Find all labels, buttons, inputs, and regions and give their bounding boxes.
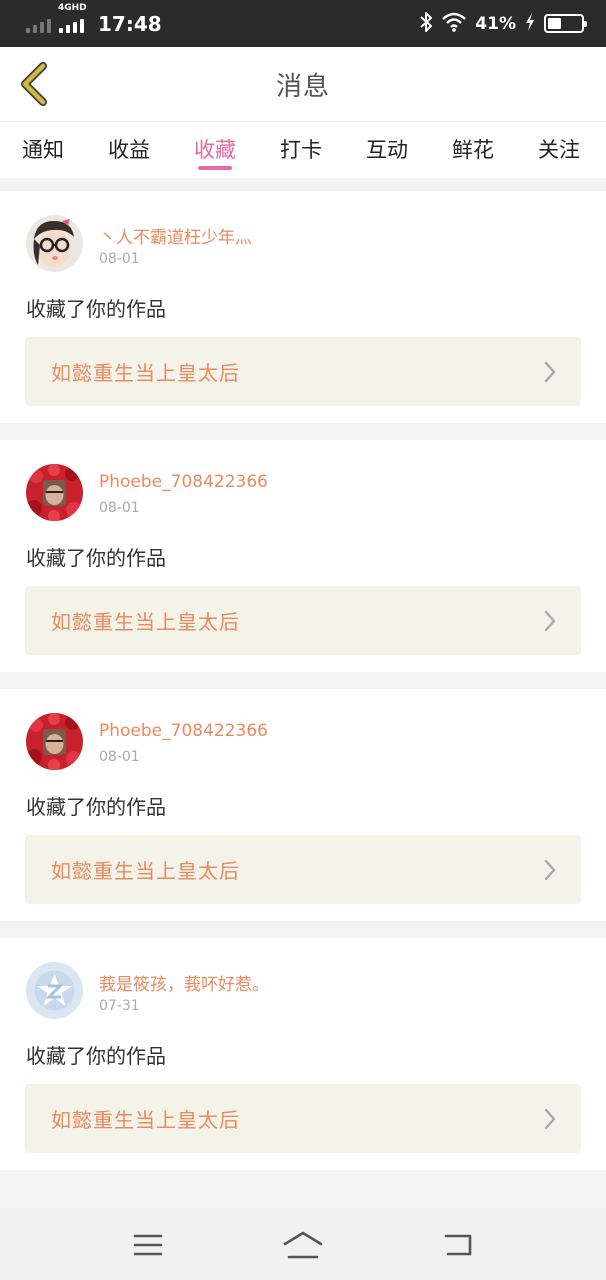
chevron-right-icon	[544, 859, 556, 881]
action-text: 收藏了你的作品	[26, 297, 166, 321]
username[interactable]: 丶人不霸道枉少年灬	[99, 223, 252, 248]
page-title: 消息	[275, 71, 330, 102]
signal-icon	[26, 15, 51, 33]
avatar-rose-portrait[interactable]	[26, 464, 83, 521]
menu-button[interactable]	[118, 1220, 178, 1270]
work-link[interactable]: 如懿重生当上皇太后	[25, 835, 581, 904]
bluetooth-icon	[419, 11, 433, 37]
back-button[interactable]	[14, 61, 54, 107]
avatar-default-z[interactable]	[26, 962, 83, 1019]
chevron-right-icon	[544, 361, 556, 383]
tab-4[interactable]: 互动	[344, 122, 430, 178]
tab-label: 互动	[366, 138, 408, 162]
tab-0[interactable]: 通知	[0, 122, 86, 178]
app-header: 消息	[0, 47, 606, 121]
message-date: 08-01	[99, 749, 140, 765]
chevron-left-icon	[21, 62, 47, 106]
message-card: 莪是筱孩，莪吥好惹。 07-31 收藏了你的作品如懿重生当上皇太后	[0, 938, 606, 1170]
active-tab-indicator	[198, 166, 232, 170]
work-link[interactable]: 如懿重生当上皇太后	[25, 337, 581, 406]
message-date: 08-01	[99, 251, 140, 267]
chevron-right-icon	[544, 610, 556, 632]
menu-icon	[133, 1234, 162, 1255]
action-text: 收藏了你的作品	[26, 546, 166, 570]
wifi-icon	[441, 12, 467, 36]
clock: 17:48	[98, 11, 162, 36]
tab-label: 收益	[108, 138, 150, 162]
tab-label: 鲜花	[452, 138, 494, 162]
tab-bar: 通知 收益 收藏 打卡 互动 鲜花 关注	[0, 121, 606, 178]
tab-label: 关注	[538, 138, 580, 162]
status-bar: 4GHD 17:48 41%	[0, 0, 606, 47]
tab-label: 收藏	[194, 138, 236, 162]
work-link[interactable]: 如懿重生当上皇太后	[25, 1084, 581, 1153]
tab-1[interactable]: 收益	[86, 122, 172, 178]
signal-icon	[59, 15, 84, 33]
system-nav-bar	[0, 1209, 606, 1280]
message-date: 07-31	[99, 998, 140, 1014]
message-date: 08-01	[99, 500, 140, 516]
chevron-right-icon	[544, 1108, 556, 1130]
message-card: Phoebe_708422366 08-01 收藏了你的作品如懿重生当上皇太后	[0, 689, 606, 921]
tab-3[interactable]: 打卡	[258, 122, 344, 178]
message-feed: 丶人不霸道枉少年灬 08-01 收藏了你的作品 如懿重生当上皇太后 Phoebe_708…	[0, 191, 606, 1187]
message-card: Phoebe_708422366 08-01 收藏了你的作品如懿重生当上皇太后	[0, 440, 606, 672]
message-card: 丶人不霸道枉少年灬 08-01 收藏了你的作品如懿重生当上皇太后	[0, 191, 606, 423]
username[interactable]: 莪是筱孩，莪吥好惹。	[99, 970, 269, 995]
action-text: 收藏了你的作品	[26, 795, 166, 819]
back-nav-button[interactable]	[428, 1220, 488, 1270]
battery-icon	[544, 14, 587, 33]
tab-6[interactable]: 关注	[516, 122, 602, 178]
username[interactable]: Phoebe_708422366	[99, 472, 268, 492]
work-title: 如懿重生当上皇太后	[51, 859, 240, 883]
username[interactable]: Phoebe_708422366	[99, 721, 268, 741]
tab-5[interactable]: 鲜花	[430, 122, 516, 178]
back-icon	[445, 1234, 472, 1255]
charging-icon	[524, 12, 536, 36]
home-button[interactable]	[273, 1220, 333, 1270]
avatar-glasses-girl[interactable]	[26, 215, 83, 272]
work-title: 如懿重生当上皇太后	[51, 361, 240, 385]
tab-2[interactable]: 收藏	[172, 122, 258, 178]
work-link[interactable]: 如懿重生当上皇太后	[25, 586, 581, 655]
action-text: 收藏了你的作品	[26, 1044, 166, 1068]
work-title: 如懿重生当上皇太后	[51, 1108, 240, 1132]
tab-label: 通知	[22, 138, 64, 162]
avatar-rose-portrait[interactable]	[26, 713, 83, 770]
work-title: 如懿重生当上皇太后	[51, 610, 240, 634]
network-type: 4GHD	[58, 2, 87, 13]
battery-percent: 41%	[475, 13, 516, 34]
home-icon	[283, 1231, 323, 1258]
tab-label: 打卡	[280, 138, 322, 162]
